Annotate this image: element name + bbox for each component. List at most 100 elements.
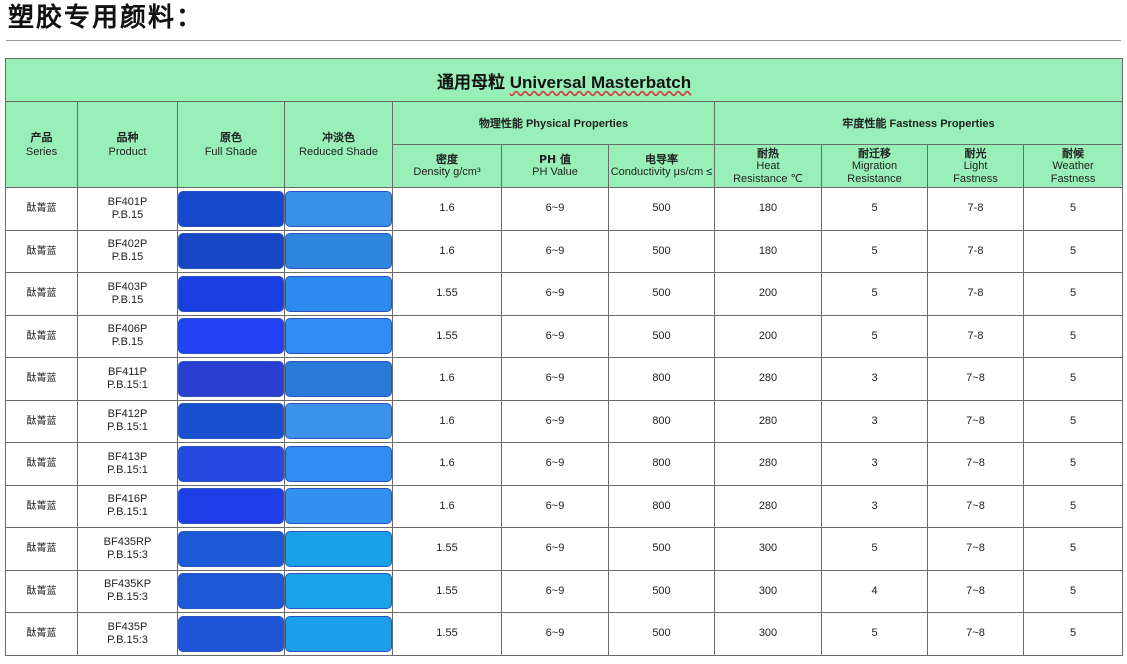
reduced-shade-swatch (285, 615, 392, 652)
full-shade-swatch (178, 573, 284, 610)
series-cell: 酞菁蓝 (5, 442, 78, 486)
header-light-en2: Fastness (953, 172, 998, 185)
conductivity-cell: 500 (608, 569, 715, 613)
header-conductivity-zh: 电导率 (645, 153, 678, 166)
heat-resistance-cell: 300 (714, 612, 822, 656)
conductivity-cell: 800 (608, 357, 715, 401)
header-weather-en2: Fastness (1050, 172, 1096, 185)
full-shade-cell (177, 314, 285, 358)
full-shade-swatch (178, 403, 284, 440)
product-code: BF412P (107, 408, 148, 421)
reduced-shade-swatch (285, 275, 392, 312)
ph-cell: 6~9 (501, 442, 609, 486)
table-row: 酞菁蓝 BF401P P.B.15 1.6 6~9 500 180 5 7-8 5 (5, 187, 1124, 231)
migration-resistance-cell: 5 (821, 314, 928, 358)
header-product-zh: 品种 (116, 130, 139, 144)
conductivity-cell: 500 (608, 229, 715, 273)
migration-resistance-cell: 5 (821, 229, 928, 273)
density-cell: 1.55 (392, 272, 502, 316)
weather-fastness-cell: 5 (1022, 612, 1124, 656)
pigment-index: P.B.15:1 (107, 378, 148, 391)
header-product-en: Product (108, 145, 147, 158)
density-cell: 1.6 (392, 399, 502, 443)
reduced-shade-swatch (285, 190, 392, 227)
header-density-en: Density g/cm³ (413, 166, 481, 178)
reduced-shade-swatch (285, 573, 392, 610)
product-cell: BF406P P.B.15 (77, 314, 178, 358)
light-fastness-cell: 7~8 (927, 527, 1024, 571)
product-code: BF401P (107, 195, 148, 208)
full-shade-swatch (178, 318, 284, 355)
full-shade-cell (177, 229, 285, 273)
migration-resistance-cell: 3 (821, 442, 928, 486)
header-series: 产品 Series (5, 101, 78, 188)
ph-cell: 6~9 (501, 399, 609, 443)
product-cell: BF413P P.B.15:1 (77, 442, 178, 486)
reduced-shade-cell (284, 442, 393, 486)
light-fastness-cell: 7-8 (927, 314, 1024, 358)
product-cell: BF401P P.B.15 (77, 187, 178, 231)
density-cell: 1.6 (392, 229, 502, 273)
series-cell: 酞菁蓝 (5, 484, 78, 528)
weather-fastness-cell: 5 (1022, 229, 1124, 273)
header-full-shade-en: Full Shade (204, 145, 258, 158)
full-shade-cell (177, 527, 285, 571)
header-weather-en1: Weather (1052, 159, 1094, 172)
full-shade-swatch (178, 233, 284, 270)
density-cell: 1.55 (392, 569, 502, 613)
product-code: BF435KP (103, 578, 152, 591)
header-fastness-properties: 牢度性能 Fastness Properties (713, 101, 1124, 145)
heat-resistance-cell: 280 (714, 442, 822, 486)
full-shade-cell (177, 399, 285, 443)
table-row: 酞菁蓝 BF412P P.B.15:1 1.6 6~9 800 280 3 7~8 5 (5, 399, 1124, 443)
migration-resistance-cell: 5 (821, 527, 928, 571)
header-series-zh: 产品 (30, 130, 53, 144)
weather-fastness-cell: 5 (1022, 484, 1124, 528)
heat-resistance-cell: 280 (714, 484, 822, 528)
product-code: BF406P (107, 323, 148, 336)
header-series-en: Series (25, 145, 58, 158)
series-cell: 酞菁蓝 (5, 569, 78, 613)
pigment-index: P.B.15:3 (107, 591, 148, 604)
density-cell: 1.6 (392, 484, 502, 528)
header-heat-zh: 耐热 (757, 146, 779, 160)
pigment-index: P.B.15 (111, 251, 144, 264)
reduced-shade-cell (284, 612, 393, 656)
reduced-shade-swatch (285, 445, 392, 482)
ph-cell: 6~9 (501, 272, 609, 316)
light-fastness-cell: 7~8 (927, 569, 1024, 613)
full-shade-swatch (178, 530, 284, 567)
header-conductivity: 电导率 Conductivity μs/cm ≤ (608, 144, 715, 188)
weather-fastness-cell: 5 (1022, 399, 1124, 443)
heat-resistance-cell: 200 (714, 272, 822, 316)
product-code: BF403P (107, 280, 148, 293)
header-migration-resistance: 耐迁移 Migration Resistance (821, 144, 928, 188)
full-shade-cell (177, 272, 285, 316)
light-fastness-cell: 7~8 (927, 612, 1024, 656)
density-cell: 1.55 (392, 527, 502, 571)
product-cell: BF402P P.B.15 (77, 229, 178, 273)
density-cell: 1.55 (392, 314, 502, 358)
pigment-index: P.B.15:3 (107, 548, 148, 561)
header-light-fastness: 耐光 Light Fastness (927, 144, 1024, 188)
migration-resistance-cell: 5 (821, 612, 928, 656)
conductivity-cell: 800 (608, 484, 715, 528)
product-cell: BF435RP P.B.15:3 (77, 527, 178, 571)
table-row: 酞菁蓝 BF403P P.B.15 1.55 6~9 500 200 5 7-8 5 (5, 272, 1124, 316)
header-weather-zh: 耐候 (1062, 146, 1085, 160)
full-shade-cell (177, 357, 285, 401)
heat-resistance-cell: 180 (714, 187, 822, 231)
heat-resistance-cell: 300 (714, 527, 822, 571)
light-fastness-cell: 7-8 (927, 229, 1024, 273)
reduced-shade-cell (284, 357, 393, 401)
ph-cell: 6~9 (501, 357, 609, 401)
header-migration-en2: Resistance (847, 172, 902, 185)
masterbatch-spec-table: 通用母粒 Universal Masterbatch 产品 Series 品种 … (4, 58, 1124, 656)
header-physical-properties: 物理性能 Physical Properties (392, 101, 715, 145)
reduced-shade-cell (284, 527, 393, 571)
full-shade-swatch (178, 275, 284, 312)
ph-cell: 6~9 (501, 314, 609, 358)
series-cell: 酞菁蓝 (5, 272, 78, 316)
reduced-shade-cell (284, 229, 393, 273)
conductivity-cell: 500 (608, 612, 715, 656)
